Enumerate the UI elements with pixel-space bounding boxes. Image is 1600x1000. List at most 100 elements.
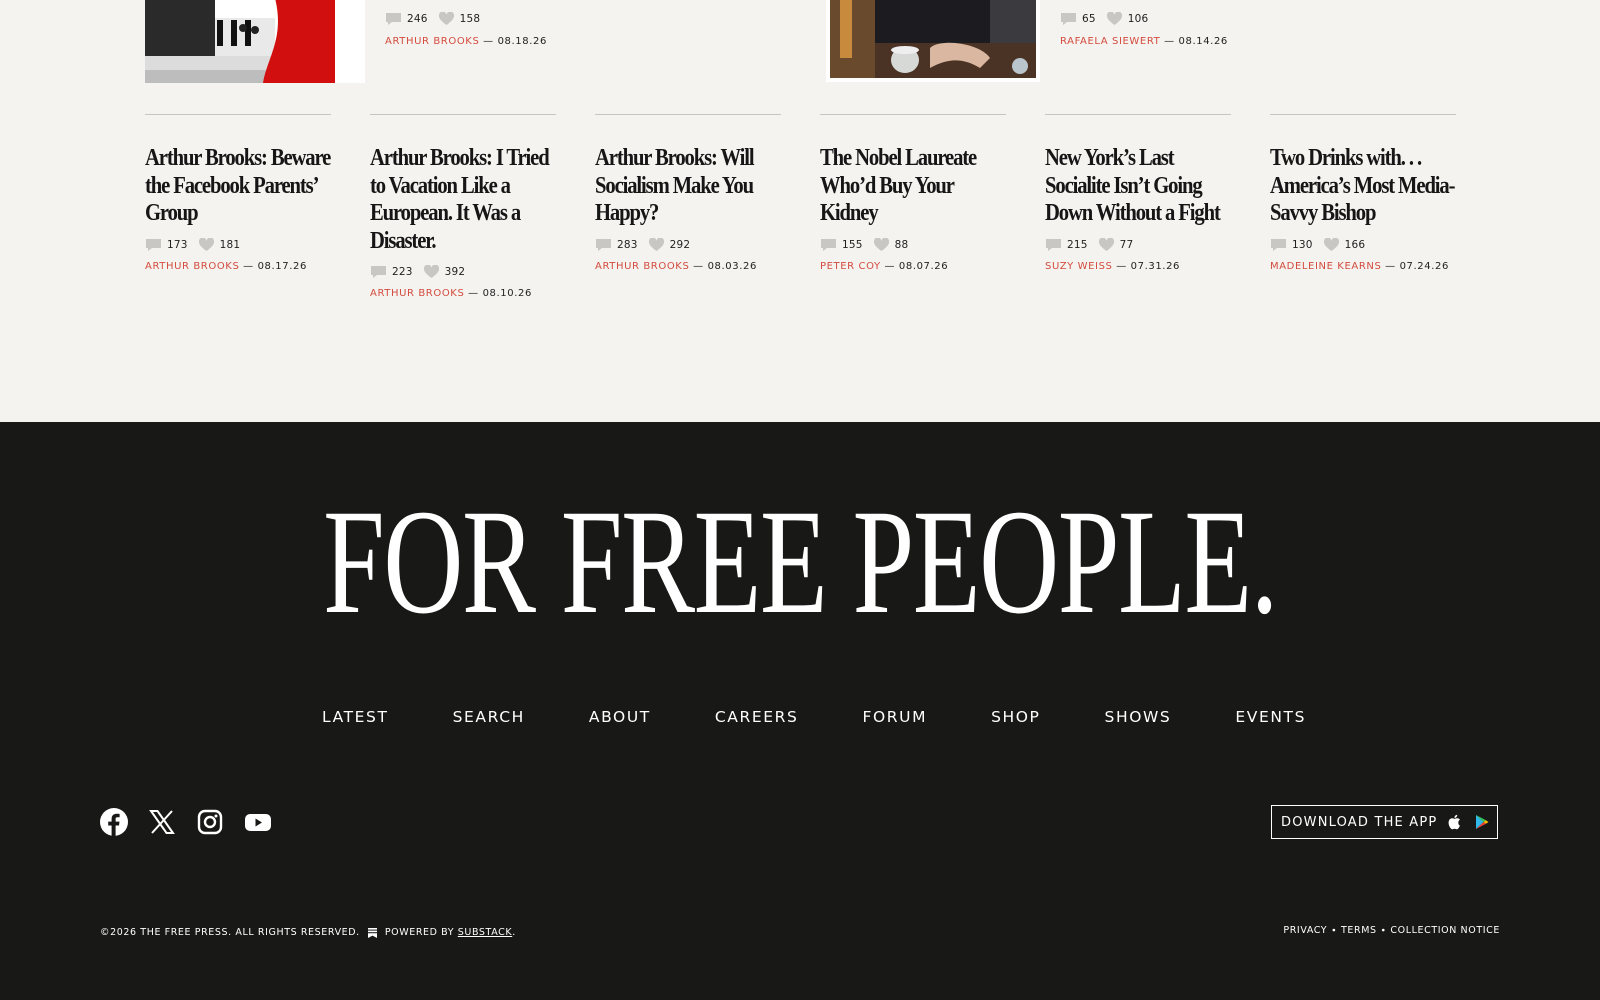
author-link[interactable]: ARTHUR BROOKS: [370, 288, 464, 299]
download-app-label: DOWNLOAD THE APP: [1281, 814, 1438, 830]
download-app-button[interactable]: DOWNLOAD THE APP: [1271, 805, 1498, 839]
author-link[interactable]: PETER COY: [820, 261, 881, 272]
byline: MADELEINE KEARNS — 07.24.26: [1270, 261, 1456, 272]
publish-date: 08.07.26: [898, 260, 949, 272]
substack-icon: [367, 927, 377, 938]
byline-separator: —: [479, 36, 498, 47]
article-title[interactable]: Arthur Brooks: I Tried to Vacation Like …: [370, 145, 556, 255]
nav-search[interactable]: SEARCH: [453, 708, 525, 726]
article-title[interactable]: New York’s Last Socialite Isn’t Going Do…: [1045, 145, 1231, 228]
publish-date: 08.17.26: [257, 260, 307, 272]
copyright-period: .: [512, 927, 516, 938]
byline: ARTHUR BROOKS — 08.17.26: [145, 261, 331, 272]
heart-icon[interactable]: [1098, 236, 1115, 252]
comment-icon[interactable]: [1270, 238, 1287, 252]
nav-careers[interactable]: CAREERS: [715, 708, 799, 726]
like-count: 292: [669, 238, 691, 251]
byline-separator: —: [1160, 36, 1179, 47]
article-card[interactable]: Arthur Brooks: Will Socialism Make You H…: [595, 114, 781, 272]
byline-separator: —: [880, 260, 899, 272]
like-count: 181: [219, 238, 241, 251]
instagram-icon[interactable]: [196, 808, 224, 836]
heart-icon[interactable]: [648, 236, 665, 252]
article-stats: 155 88: [820, 236, 1006, 252]
publish-date: 08.18.26: [497, 36, 547, 47]
byline: PETER COY — 08.07.26: [820, 261, 1006, 272]
nav-events[interactable]: EVENTS: [1235, 708, 1306, 726]
google-play-icon: [1475, 814, 1489, 830]
byline-separator: —: [1112, 260, 1131, 272]
byline-separator: —: [464, 288, 483, 299]
like-count: 106: [1127, 13, 1149, 25]
article-stats: 215 77: [1045, 236, 1231, 252]
author-link[interactable]: ARTHUR BROOKS: [385, 36, 479, 47]
article-card[interactable]: The Nobel Laureate Who’d Buy Your Kidney…: [820, 114, 1006, 272]
comment-icon[interactable]: [595, 238, 612, 252]
comment-count: 283: [617, 238, 638, 251]
publish-date: 08.10.26: [482, 288, 532, 299]
like-count: 88: [894, 238, 909, 251]
byline-separator: —: [239, 260, 258, 272]
nav-shop[interactable]: SHOP: [991, 708, 1040, 726]
byline: RAFAELA SIEWERT — 08.14.26: [1060, 36, 1228, 47]
comment-icon[interactable]: [145, 238, 162, 252]
comment-icon[interactable]: [370, 265, 387, 279]
like-count: 392: [444, 266, 466, 278]
comment-icon[interactable]: [1045, 238, 1062, 252]
youtube-icon[interactable]: [244, 808, 272, 836]
comment-count: 155: [842, 238, 863, 251]
footer-nav: LATEST SEARCH ABOUT CAREERS FORUM SHOP S…: [322, 708, 1370, 726]
author-link[interactable]: RAFAELA SIEWERT: [1060, 36, 1160, 47]
publish-date: 07.24.26: [1399, 260, 1449, 272]
article-stats: 223 392: [370, 264, 556, 279]
article-card[interactable]: Arthur Brooks: Beware the Facebook Paren…: [145, 114, 331, 272]
author-link[interactable]: ARTHUR BROOKS: [595, 261, 689, 272]
comment-icon[interactable]: [820, 238, 837, 252]
article-thumbnail[interactable]: [145, 0, 365, 83]
publish-date: 08.14.26: [1178, 36, 1228, 47]
article-card[interactable]: Arthur Brooks: I Tried to Vacation Like …: [370, 114, 556, 299]
article-thumbnail[interactable]: [826, 0, 1040, 82]
article-stats: 65 106: [1060, 11, 1158, 26]
byline: ARTHUR BROOKS — 08.03.26: [595, 261, 781, 272]
article-stats: 173 181: [145, 236, 331, 252]
comment-count: 173: [167, 238, 188, 251]
byline-separator: —: [1381, 260, 1400, 272]
article-card[interactable]: New York’s Last Socialite Isn’t Going Do…: [1045, 114, 1231, 272]
heart-icon[interactable]: [873, 236, 890, 252]
comment-icon[interactable]: [1060, 12, 1077, 26]
author-link[interactable]: ARTHUR BROOKS: [145, 261, 239, 272]
facebook-icon[interactable]: [100, 808, 128, 836]
comment-icon[interactable]: [385, 12, 402, 26]
heart-icon[interactable]: [1323, 236, 1340, 252]
powered-by-text: POWERED BY: [384, 927, 455, 938]
x-icon[interactable]: [148, 808, 176, 836]
legal-links[interactable]: PRIVACY ∙ TERMS ∙ COLLECTION NOTICE: [1283, 925, 1500, 936]
article-title[interactable]: Arthur Brooks: Will Socialism Make You H…: [595, 145, 781, 228]
author-link[interactable]: MADELEINE KEARNS: [1270, 261, 1381, 272]
like-count: 77: [1119, 238, 1134, 251]
byline: ARTHUR BROOKS — 08.10.26: [370, 288, 556, 299]
heart-icon[interactable]: [198, 236, 215, 252]
nav-about[interactable]: ABOUT: [589, 708, 651, 726]
byline: ARTHUR BROOKS — 08.18.26: [385, 36, 547, 47]
comment-count: 130: [1292, 238, 1313, 251]
nav-latest[interactable]: LATEST: [322, 708, 389, 726]
publish-date: 08.03.26: [707, 260, 757, 272]
site-footer: FOR FREE PEOPLE. LATEST SEARCH ABOUT CAR…: [0, 422, 1600, 1000]
article-title[interactable]: The Nobel Laureate Who’d Buy Your Kidney: [820, 145, 1006, 228]
heart-icon[interactable]: [438, 11, 455, 26]
substack-link[interactable]: SUBSTACK: [458, 927, 512, 938]
article-stats: 130 166: [1270, 236, 1456, 252]
article-card[interactable]: Two Drinks with. . . America’s Most Medi…: [1270, 114, 1456, 272]
heart-icon[interactable]: [423, 264, 440, 279]
article-grid-section: 246 158 ARTHUR BROOKS — 08.18.26 65 106 …: [0, 0, 1600, 422]
article-title[interactable]: Two Drinks with. . . America’s Most Medi…: [1270, 145, 1456, 228]
byline: SUZY WEISS — 07.31.26: [1045, 261, 1231, 272]
article-title[interactable]: Arthur Brooks: Beware the Facebook Paren…: [145, 145, 331, 228]
apple-icon: [1447, 814, 1461, 830]
nav-shows[interactable]: SHOWS: [1105, 708, 1172, 726]
nav-forum[interactable]: FORUM: [862, 708, 927, 726]
author-link[interactable]: SUZY WEISS: [1045, 261, 1112, 272]
heart-icon[interactable]: [1106, 11, 1123, 26]
